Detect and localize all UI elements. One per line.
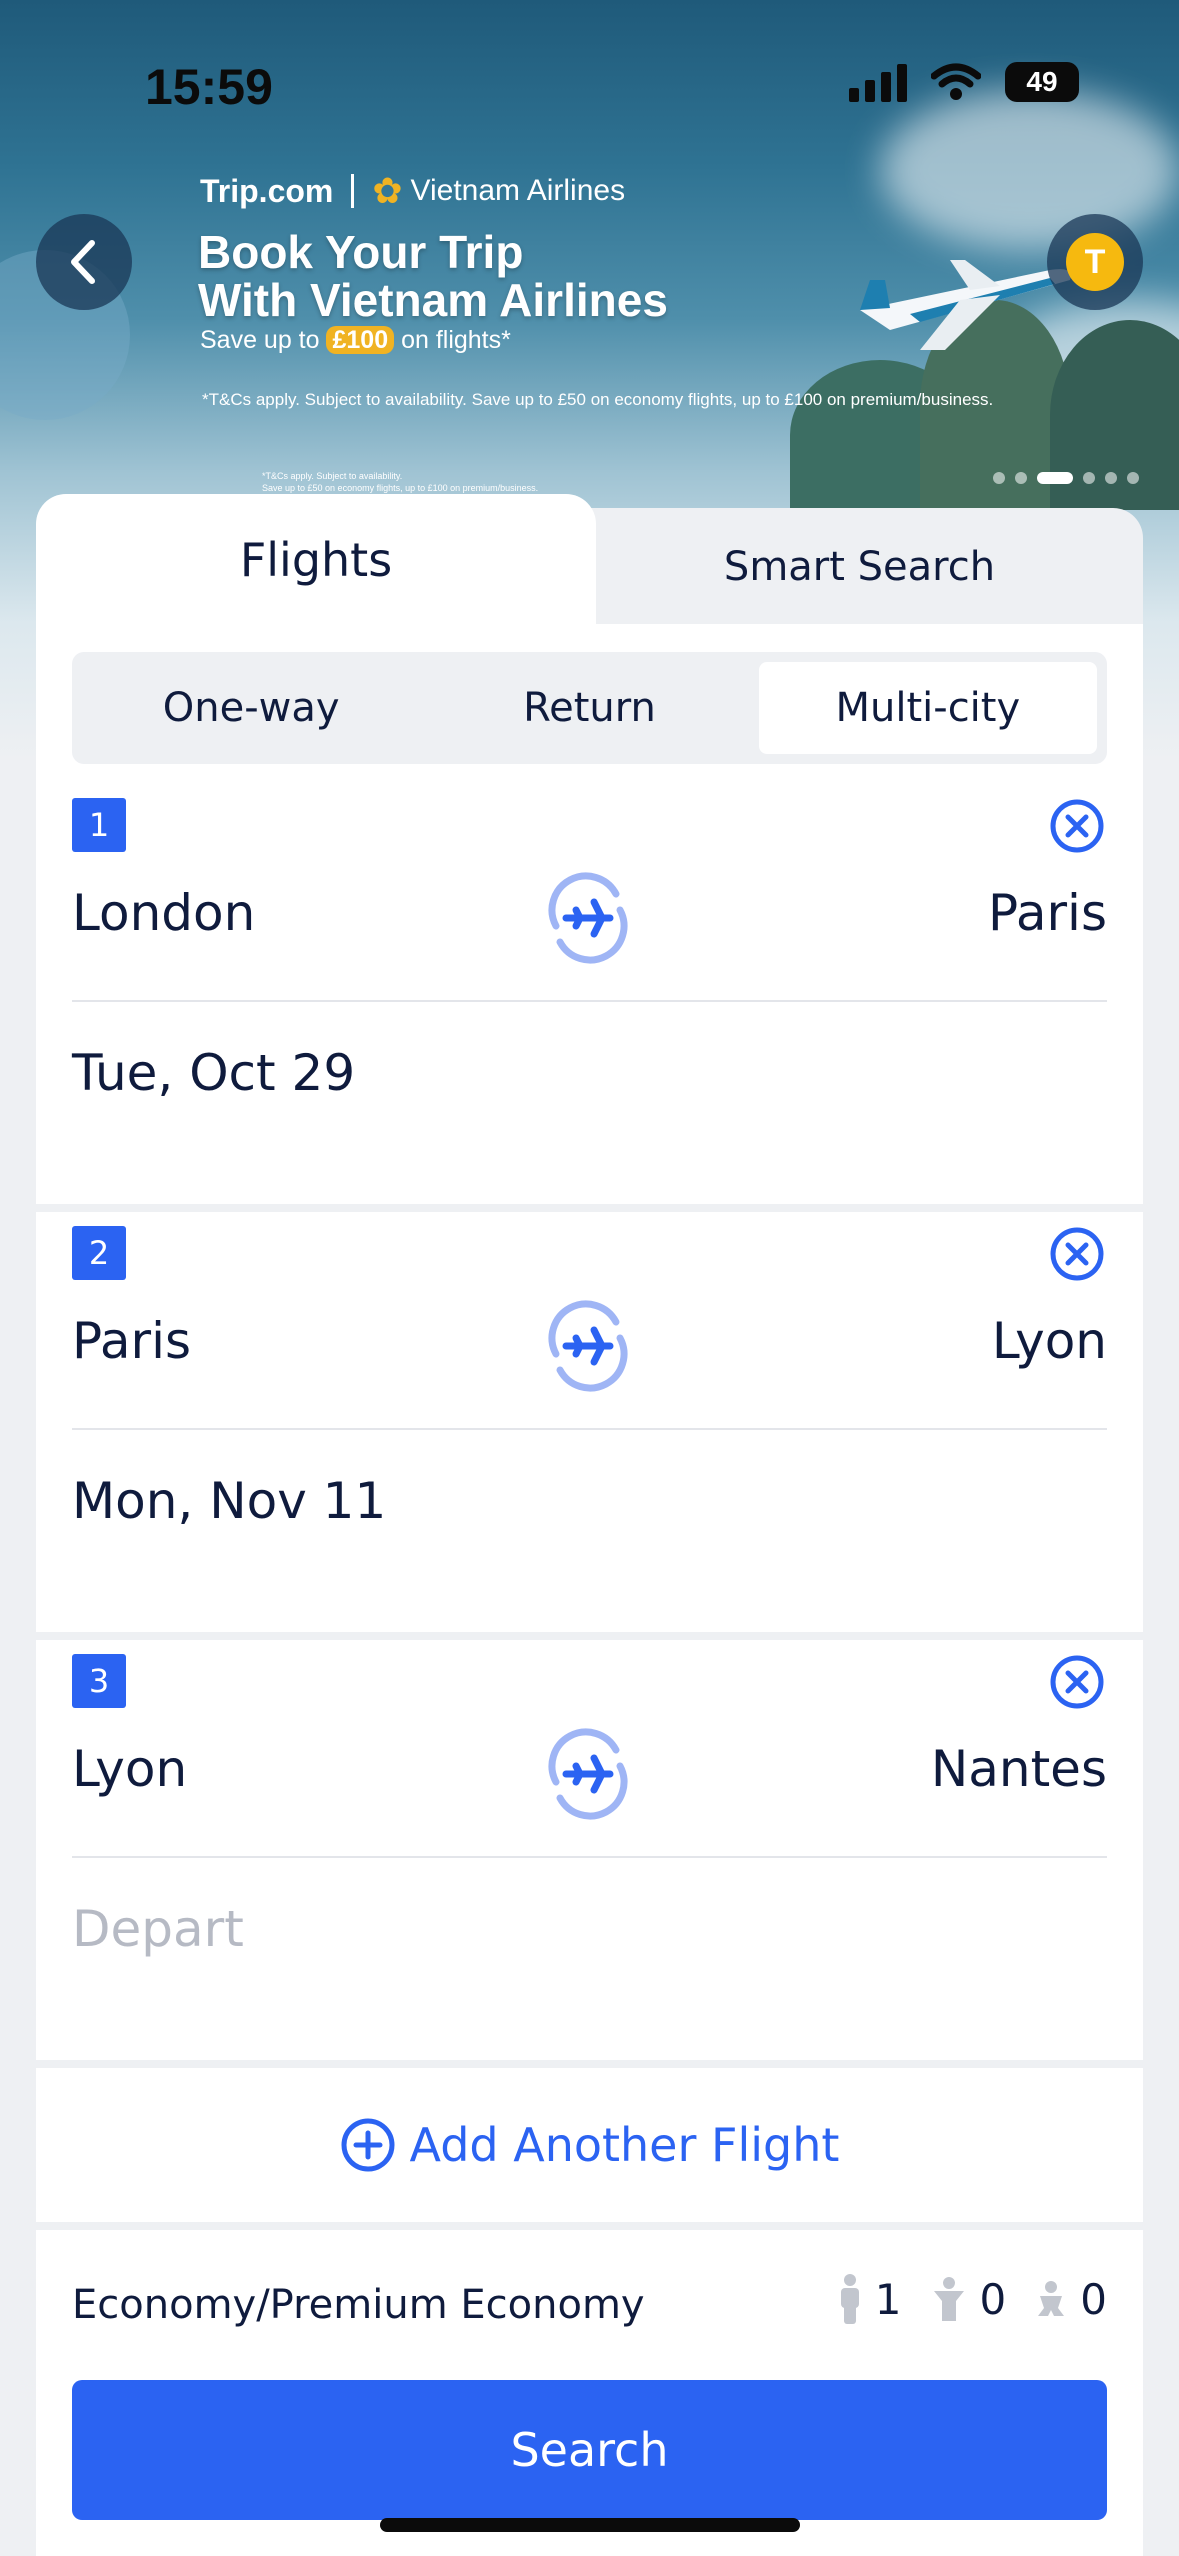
- destination-city[interactable]: Lyon: [992, 1312, 1107, 1370]
- child-icon: [933, 2277, 964, 2321]
- departure-date-input[interactable]: Depart: [72, 1900, 244, 1958]
- trip-type-one-way[interactable]: One-way: [82, 662, 420, 754]
- carousel-dots: [993, 472, 1139, 484]
- search-button-label: Search: [510, 2423, 669, 2477]
- remove-segment-icon[interactable]: [1047, 796, 1107, 856]
- promo-title: Book Your Trip With Vietnam Airlines: [198, 228, 758, 324]
- promo-title-line1: Book Your Trip: [198, 226, 524, 278]
- promo-terms: *T&Cs apply. Subject to availability. Sa…: [202, 390, 994, 409]
- add-another-flight-button[interactable]: Add Another Flight: [36, 2068, 1143, 2222]
- infant-count[interactable]: 0: [1036, 2275, 1107, 2324]
- adult-count[interactable]: 1: [839, 2274, 902, 2324]
- departure-date[interactable]: Tue, Oct 29: [72, 1044, 355, 1102]
- lotus-icon: ✿: [372, 170, 403, 211]
- signal-icon: [849, 62, 907, 102]
- carousel-dot: [1083, 472, 1095, 484]
- tab-flights[interactable]: Flights: [36, 494, 596, 626]
- promo-terms-small: *T&Cs apply. Subject to availability. Sa…: [262, 470, 582, 494]
- carousel-dot: [993, 472, 1005, 484]
- segment-number: 1: [72, 798, 126, 852]
- tab-smart-search-label: Smart Search: [723, 544, 996, 590]
- home-indicator[interactable]: [380, 2518, 800, 2532]
- carousel-dot: [1105, 472, 1117, 484]
- carousel-dot: [1127, 472, 1139, 484]
- search-tabs: Smart Search Flights: [36, 494, 1143, 626]
- status-time: 15:59: [145, 59, 273, 115]
- tab-flights-label: Flights: [239, 533, 393, 587]
- partner-name: Vietnam Airlines: [410, 174, 626, 207]
- trip-type-multi-city[interactable]: Multi-city: [758, 662, 1097, 754]
- segment-number: 2: [72, 1226, 126, 1280]
- swap-cities-icon[interactable]: [536, 1722, 640, 1826]
- status-icons: 49: [849, 62, 1079, 102]
- remove-segment-icon[interactable]: [1047, 1652, 1107, 1712]
- infant-count-value: 0: [1080, 2274, 1107, 2324]
- child-count-value: 0: [979, 2274, 1007, 2324]
- rewards-coin-icon: T: [1066, 233, 1124, 291]
- promo-brand: Trip.com ✿ Vietnam Airlines: [200, 170, 625, 212]
- destination-city[interactable]: Nantes: [931, 1740, 1107, 1798]
- trip-type-selector: One-way Return Multi-city: [72, 652, 1107, 764]
- destination-city[interactable]: Paris: [988, 884, 1107, 942]
- wifi-icon: [931, 63, 981, 100]
- departure-date[interactable]: Mon, Nov 11: [72, 1472, 386, 1530]
- divider: [72, 1428, 1107, 1430]
- promo-subtitle-prefix: Save up to: [200, 326, 320, 354]
- battery-icon: 49: [1005, 62, 1079, 102]
- divider: [72, 1000, 1107, 1002]
- promo-terms-small-line2: Save up to £50 on economy flights, up to…: [262, 483, 539, 493]
- divider: [72, 1856, 1107, 1858]
- cabin-class-selector[interactable]: Economy/Premium Economy: [72, 2282, 645, 2328]
- promo-subtitle: Save up to £100 on flights*: [200, 326, 511, 355]
- origin-city[interactable]: Lyon: [72, 1740, 187, 1798]
- cloud-decoration: [880, 90, 1179, 250]
- trip-logo-text: Trip.com: [200, 172, 334, 209]
- add-another-flight-label: Add Another Flight: [409, 2118, 840, 2172]
- segment-number: 3: [72, 1654, 126, 1708]
- back-button[interactable]: [36, 214, 132, 310]
- swap-cities-icon[interactable]: [536, 1294, 640, 1398]
- adult-icon: [840, 2274, 859, 2324]
- flight-segment-1: 1 London Paris Tue, Oct 29: [36, 784, 1143, 1204]
- search-button[interactable]: Search: [72, 2380, 1107, 2520]
- promo-terms-small-line1: *T&Cs apply. Subject to availability.: [262, 471, 403, 481]
- flight-segment-3: 3 Lyon Nantes Depart: [36, 1640, 1143, 2060]
- child-count[interactable]: 0: [932, 2274, 1007, 2324]
- brand-divider: [351, 174, 355, 208]
- promo-subtitle-suffix: on flights*: [401, 326, 511, 354]
- passenger-selector[interactable]: 1 0 0: [839, 2274, 1107, 2324]
- add-circle-icon: [341, 2118, 395, 2172]
- tab-smart-search[interactable]: Smart Search: [576, 508, 1143, 626]
- origin-city[interactable]: London: [72, 884, 255, 942]
- promo-title-line2: With Vietnam Airlines: [198, 274, 668, 326]
- cabin-passenger-panel: Economy/Premium Economy 1 0 0 Search: [36, 2230, 1143, 2556]
- origin-city[interactable]: Paris: [72, 1312, 191, 1370]
- adult-count-value: 1: [874, 2274, 902, 2324]
- swap-cities-icon[interactable]: [536, 866, 640, 970]
- carousel-dot: [1015, 472, 1027, 484]
- vietnam-airlines-logo: ✿ Vietnam Airlines: [372, 170, 625, 212]
- airplane-illustration: [860, 260, 1071, 350]
- infant-icon: [1038, 2281, 1065, 2316]
- remove-segment-icon[interactable]: [1047, 1224, 1107, 1284]
- trip-type-return[interactable]: Return: [420, 662, 758, 754]
- rewards-button[interactable]: T: [1047, 214, 1143, 310]
- search-card: Smart Search Flights One-way Return Mult…: [36, 494, 1143, 2556]
- flight-segment-2: 2 Paris Lyon Mon, Nov 11: [36, 1212, 1143, 1632]
- carousel-dot-active: [1037, 472, 1073, 484]
- promo-amount: £100: [326, 326, 395, 354]
- chevron-left-icon: [71, 240, 95, 284]
